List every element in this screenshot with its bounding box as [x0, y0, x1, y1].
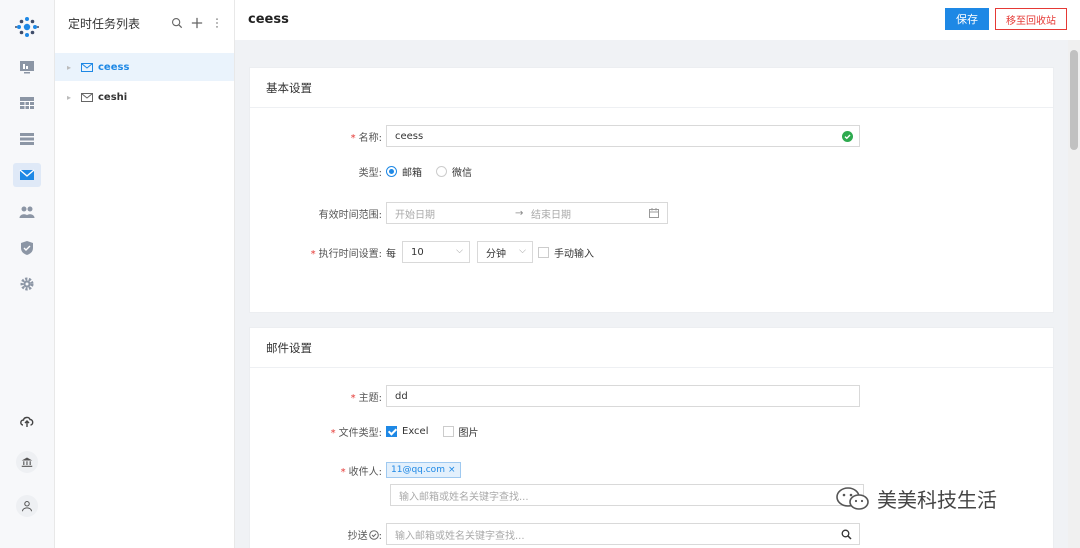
task-list-title: 定时任务列表 — [68, 16, 141, 31]
recipient-search-input[interactable]: 输入邮箱或姓名关键字查找... — [390, 484, 864, 506]
radio-unselected[interactable] — [436, 166, 447, 177]
recipient-label: * 收件人: — [340, 466, 382, 478]
exec-every-label: 每 — [386, 248, 396, 260]
cc-row: 抄送: 输入邮箱或姓名关键字查找... — [250, 523, 860, 545]
gear-icon[interactable] — [16, 273, 38, 295]
name-label: * 名称: — [350, 132, 382, 144]
checkbox[interactable] — [538, 246, 549, 258]
scrollbar-thumb[interactable] — [1070, 50, 1078, 150]
add-icon[interactable] — [190, 16, 204, 30]
wechat-logo-icon — [836, 486, 869, 510]
page-title: ceess — [248, 12, 289, 27]
subject-input[interactable]: dd — [386, 385, 860, 407]
filetype-excel[interactable]: Excel — [386, 426, 429, 437]
chevron-down-icon: ⌵ — [456, 246, 463, 256]
task-list-header: 定时任务列表 — [55, 0, 234, 46]
type-row: 类型: 邮箱 微信 — [250, 164, 486, 179]
save-button[interactable]: 保存 — [945, 8, 989, 30]
filetype-row: * 文件类型: Excel 图片 — [250, 424, 493, 439]
exec-row: * 执行时间设置: 每 10 ⌵ 分钟 ⌵ 手动输入 — [250, 241, 608, 263]
task-list-panel: 定时任务列表 ▸ ceess ▸ ceshi — [55, 0, 235, 548]
icon-rail — [0, 0, 55, 548]
shield-icon[interactable] — [16, 237, 38, 259]
cc-search-input[interactable]: 输入邮箱或姓名关键字查找... — [386, 523, 860, 545]
scrollbar[interactable] — [1068, 40, 1080, 548]
date-range-picker[interactable]: 开始日期 → 结束日期 — [386, 202, 668, 224]
start-date-input[interactable]: 开始日期 — [395, 206, 515, 221]
section-title: 基本设置 — [250, 68, 1053, 108]
radio-selected[interactable] — [386, 166, 397, 177]
calendar-icon[interactable] — [649, 208, 659, 218]
move-to-trash-button[interactable]: 移至回收站 — [995, 8, 1067, 30]
checkbox-checked[interactable] — [386, 426, 397, 437]
bank-icon[interactable] — [16, 451, 38, 473]
search-icon[interactable] — [170, 16, 184, 30]
page-header: ceess 保存 移至回收站 — [235, 0, 1080, 40]
remove-tag-icon[interactable]: × — [448, 465, 456, 475]
watermark-text: 美美科技生活 — [877, 488, 997, 512]
user-avatar-icon[interactable] — [16, 495, 38, 517]
task-item-label: ceess — [98, 61, 130, 73]
filetype-image[interactable]: 图片 — [442, 424, 479, 439]
type-option-mail[interactable]: 邮箱 — [386, 164, 422, 179]
basic-settings-card: 基本设置 * 名称: ceess 类型: 邮箱 微信 有效时间范围: 开始日期 →… — [249, 67, 1054, 313]
filetype-label: * 文件类型: — [330, 428, 382, 439]
expand-arrow-icon[interactable]: ▸ — [67, 93, 81, 102]
type-option-wechat[interactable]: 微信 — [436, 164, 472, 179]
valid-check-icon — [842, 131, 853, 142]
recipient-search-row: 输入邮箱或姓名关键字查找... — [390, 484, 864, 506]
subject-label: * 主题: — [350, 392, 382, 404]
manual-input-option[interactable]: 手动输入 — [538, 245, 594, 260]
cc-label: 抄送: — [347, 529, 382, 542]
chevron-down-icon: ⌵ — [519, 246, 526, 256]
recipient-row: * 收件人: 11@qq.com × — [250, 462, 461, 478]
dashboard-icon[interactable] — [16, 56, 38, 78]
type-label: 类型: — [358, 168, 382, 179]
cloud-upload-icon[interactable] — [16, 410, 38, 432]
recipient-tag[interactable]: 11@qq.com × — [386, 462, 461, 478]
search-icon[interactable] — [841, 529, 852, 540]
task-item-ceess[interactable]: ▸ ceess — [55, 53, 234, 81]
mail-icon — [81, 62, 93, 72]
scheduled-mail-icon[interactable] — [13, 163, 41, 187]
help-icon[interactable] — [368, 529, 379, 540]
watermark: 美美科技生活 — [835, 484, 997, 513]
app-logo-icon[interactable] — [14, 14, 40, 40]
mail-settings-card: 邮件设置 * 主题: dd * 文件类型: Excel 图片 * 收件人: 11@qq… — [249, 327, 1054, 548]
table-icon[interactable] — [16, 92, 38, 114]
end-date-input[interactable]: 结束日期 — [531, 206, 571, 221]
section-title: 邮件设置 — [250, 328, 1053, 368]
name-row: * 名称: ceess — [250, 125, 860, 147]
subject-row: * 主题: dd — [250, 385, 860, 407]
exec-interval-select[interactable]: 10 ⌵ — [402, 241, 470, 263]
mail-icon — [81, 92, 93, 102]
exec-label: * 执行时间设置: — [310, 248, 382, 260]
task-item-label: ceshi — [98, 91, 128, 103]
name-input[interactable]: ceess — [386, 125, 860, 147]
checkbox[interactable] — [442, 426, 454, 437]
more-vertical-icon[interactable] — [210, 16, 224, 30]
list-icon[interactable] — [16, 128, 38, 150]
task-item-ceshi[interactable]: ▸ ceshi — [55, 83, 234, 111]
range-label: 有效时间范围: — [318, 209, 382, 221]
users-icon[interactable] — [16, 201, 38, 223]
range-row: 有效时间范围: 开始日期 → 结束日期 — [250, 202, 668, 224]
range-arrow-icon: → — [515, 207, 524, 219]
expand-arrow-icon[interactable]: ▸ — [67, 63, 81, 72]
exec-unit-select[interactable]: 分钟 ⌵ — [477, 241, 533, 263]
